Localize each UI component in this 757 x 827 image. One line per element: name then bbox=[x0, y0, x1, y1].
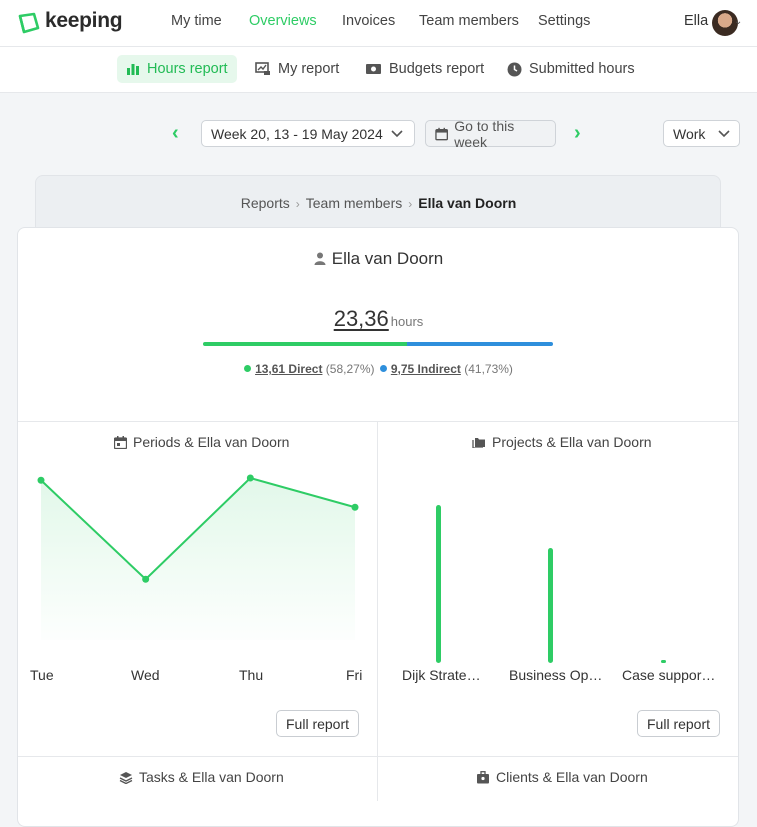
panel-title-text: Projects & Ella van Doorn bbox=[492, 434, 652, 450]
layers-icon bbox=[119, 771, 133, 784]
periods-x-label: Thu bbox=[239, 667, 264, 683]
panel-title-text: Clients & Ella van Doorn bbox=[496, 769, 648, 785]
periods-point[interactable] bbox=[142, 575, 150, 583]
periods-x-label: Wed bbox=[131, 667, 160, 683]
briefcase-icon bbox=[477, 770, 489, 783]
projects-x-label: Dijk Strate… bbox=[402, 667, 481, 683]
periods-x-label: Fri bbox=[346, 667, 363, 683]
projects-full-report-button[interactable]: Full report bbox=[637, 710, 721, 737]
project-bar bbox=[661, 660, 666, 663]
tasks-panel-title: Tasks & Ella van Doorn bbox=[119, 769, 284, 785]
projects-x-label: Case suppor… bbox=[622, 667, 716, 683]
project-bar bbox=[548, 548, 553, 663]
periods-full-report-button[interactable]: Full report bbox=[276, 710, 360, 737]
periods-area bbox=[41, 478, 355, 640]
panel-title-text: Tasks & Ella van Doorn bbox=[139, 769, 284, 785]
folders-icon bbox=[472, 438, 485, 448]
periods-x-label: Tue bbox=[30, 667, 54, 683]
projects-x-label: Business Op… bbox=[509, 667, 603, 683]
periods-point[interactable] bbox=[351, 503, 359, 511]
periods-point[interactable] bbox=[246, 474, 254, 482]
clients-panel-title: Clients & Ella van Doorn bbox=[476, 769, 648, 785]
projects-panel-title: Projects & Ella van Doorn bbox=[472, 434, 652, 450]
project-bar bbox=[436, 505, 441, 663]
periods-point[interactable] bbox=[37, 476, 45, 484]
